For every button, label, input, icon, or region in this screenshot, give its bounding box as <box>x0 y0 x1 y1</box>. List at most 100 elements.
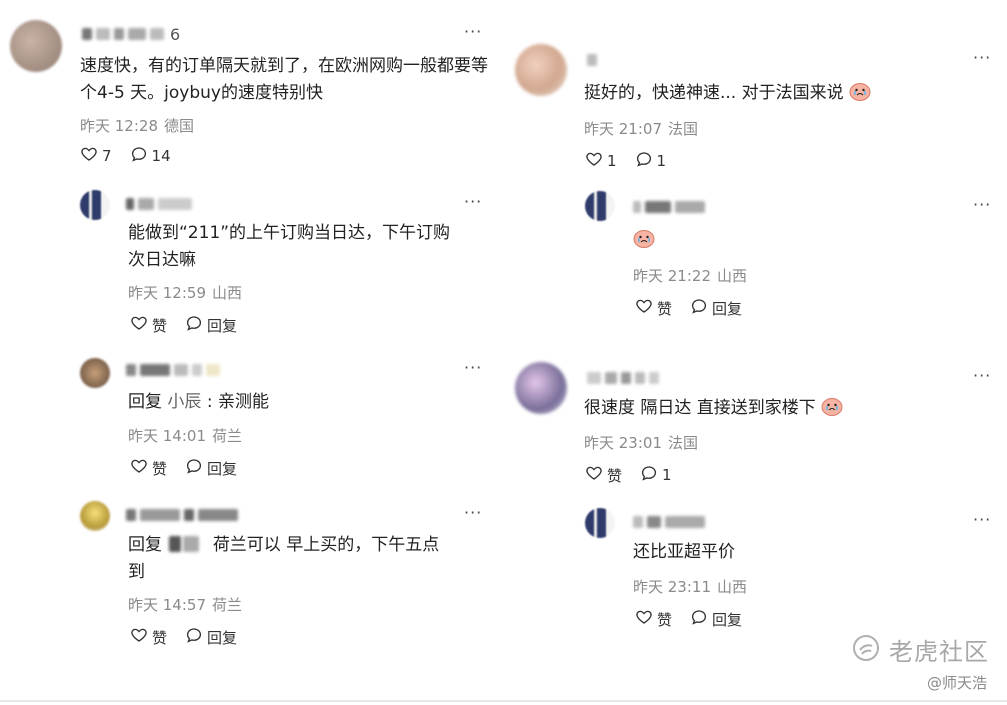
avatar[interactable] <box>80 358 110 388</box>
comment-count: 1 <box>662 466 672 484</box>
more-options-button[interactable]: ··· <box>464 358 482 377</box>
reply-label: 回复 <box>207 316 238 335</box>
like-button[interactable]: 赞 <box>635 608 672 630</box>
comment-meta: 昨天 21:22 山西 <box>633 265 747 286</box>
more-options-button[interactable]: ··· <box>973 510 991 529</box>
reply-label: 回复 <box>712 299 743 318</box>
comment-text: 速度快，有的订单隔天就到了，在欧洲网购一般都要等个4-5 天。joybuy的速度… <box>80 56 488 103</box>
crying-peach-emoji-icon <box>821 396 843 425</box>
comment-joybuy: 6 ··· 速度快，有的订单隔天就到了，在欧洲网购一般都要等个4-5 天。joy… <box>0 0 500 180</box>
avatar[interactable] <box>585 508 615 538</box>
comment-button[interactable]: 1 <box>635 150 667 172</box>
like-count: 7 <box>102 147 112 165</box>
avatar[interactable] <box>515 362 567 414</box>
comment-bubble-icon <box>185 314 203 336</box>
reply-netherlands: ··· 回复 荷兰可以 早上买的，下午五点 到 昨天 14:57 荷兰 赞 回复 <box>0 495 500 655</box>
username-tail: 6 <box>170 24 181 44</box>
comment-actions: 赞 回复 <box>635 297 742 319</box>
like-label: 赞 <box>152 628 168 647</box>
timestamp: 昨天 21:07 <box>584 120 662 138</box>
comment-actions: 赞 回复 <box>130 314 237 336</box>
location: 法国 <box>668 434 699 452</box>
reply-price: ··· 还比亚超平价 昨天 23:11 山西 赞 回复 <box>505 500 1007 640</box>
more-options-button[interactable]: ··· <box>973 366 991 385</box>
timestamp: 昨天 21:22 <box>633 267 711 285</box>
watermark-title: 老虎社区 <box>889 638 989 666</box>
more-options-button[interactable]: ··· <box>973 48 991 67</box>
heart-icon <box>585 464 603 486</box>
more-options-button[interactable]: ··· <box>464 192 482 211</box>
location: 德国 <box>164 117 195 135</box>
like-label: 赞 <box>152 316 168 335</box>
heart-icon <box>635 608 653 630</box>
reply-emoji: ··· 昨天 21:22 山西 赞 回复 <box>505 185 1007 335</box>
more-options-button[interactable]: ··· <box>464 503 482 522</box>
reply-button[interactable]: 回复 <box>185 457 237 479</box>
heart-icon <box>130 626 148 648</box>
like-button[interactable]: 赞 <box>130 457 167 479</box>
comment-text <box>633 227 655 257</box>
comment-count: 1 <box>656 152 667 170</box>
comment-meta: 昨天 14:57 荷兰 <box>128 594 242 615</box>
like-button[interactable]: 7 <box>80 145 112 167</box>
like-button[interactable]: 赞 <box>130 314 167 336</box>
comment-bubble-icon <box>185 457 203 479</box>
avatar[interactable] <box>515 44 567 96</box>
like-label: 赞 <box>152 459 168 478</box>
comment-bubble-icon <box>130 145 148 167</box>
comment-actions: 赞 回复 <box>130 457 237 479</box>
comment-button[interactable]: 1 <box>640 464 672 486</box>
username[interactable]: 6 <box>82 24 181 44</box>
username[interactable] <box>633 514 705 530</box>
location: 荷兰 <box>212 596 243 614</box>
heart-icon <box>130 314 148 336</box>
reply-label: 回复 <box>712 610 743 629</box>
reply-target-user[interactable]: 小辰 <box>167 392 201 412</box>
location: 山西 <box>717 578 748 596</box>
like-button[interactable]: 1 <box>585 150 617 172</box>
avatar[interactable] <box>585 191 615 221</box>
comment-text: 挺好的，快递神速... 对于法国来说 <box>584 80 984 110</box>
avatar[interactable] <box>10 20 62 72</box>
comment-bubble-icon <box>635 150 653 172</box>
reply-211: ··· 能做到“211”的上午订购当日达，下午订购 次日达嘛 昨天 12:59 … <box>0 180 500 340</box>
reply-label: 回复 <box>207 459 238 478</box>
username[interactable] <box>587 52 597 68</box>
comment-text: 还比亚超平价 <box>633 542 735 562</box>
comment-bubble-icon <box>640 464 658 486</box>
reply-target-blurred[interactable] <box>169 536 182 552</box>
timestamp: 昨天 12:28 <box>80 117 158 135</box>
like-button[interactable]: 赞 <box>635 297 672 319</box>
reply-button[interactable]: 回复 <box>185 314 237 336</box>
comment-bubble-icon <box>690 608 708 630</box>
avatar[interactable] <box>80 190 110 220</box>
comment-bubble-icon <box>185 626 203 648</box>
username[interactable] <box>126 362 220 378</box>
crying-peach-emoji-icon <box>849 81 871 110</box>
more-options-button[interactable]: ··· <box>973 195 991 214</box>
username[interactable] <box>126 507 238 523</box>
reply-button[interactable]: 回复 <box>690 297 742 319</box>
like-count: 1 <box>607 152 617 170</box>
heart-icon <box>635 297 653 319</box>
location: 荷兰 <box>212 427 243 445</box>
comment-actions: 1 1 <box>585 150 666 172</box>
timestamp: 昨天 12:59 <box>128 284 206 302</box>
heart-icon <box>80 145 98 167</box>
reply-word: 回复 <box>128 535 162 555</box>
tiger-community-logo-icon <box>851 633 881 667</box>
username[interactable] <box>587 370 659 386</box>
reply-button[interactable]: 回复 <box>185 626 237 648</box>
like-button[interactable]: 赞 <box>130 626 167 648</box>
reply-button[interactable]: 回复 <box>690 608 742 630</box>
comment-text: 回复 荷兰可以 早上买的，下午五点 到 <box>128 532 488 586</box>
comment-actions: 赞 回复 <box>130 626 237 648</box>
comment-button[interactable]: 14 <box>130 145 171 167</box>
username[interactable] <box>126 196 192 212</box>
avatar[interactable] <box>80 501 110 531</box>
like-button[interactable]: 赞 <box>585 464 622 486</box>
comment-text-line: 到 <box>128 562 145 582</box>
comment-meta: 昨天 12:59 山西 <box>128 282 242 303</box>
more-options-button[interactable]: ··· <box>464 22 482 41</box>
username[interactable] <box>633 199 705 215</box>
